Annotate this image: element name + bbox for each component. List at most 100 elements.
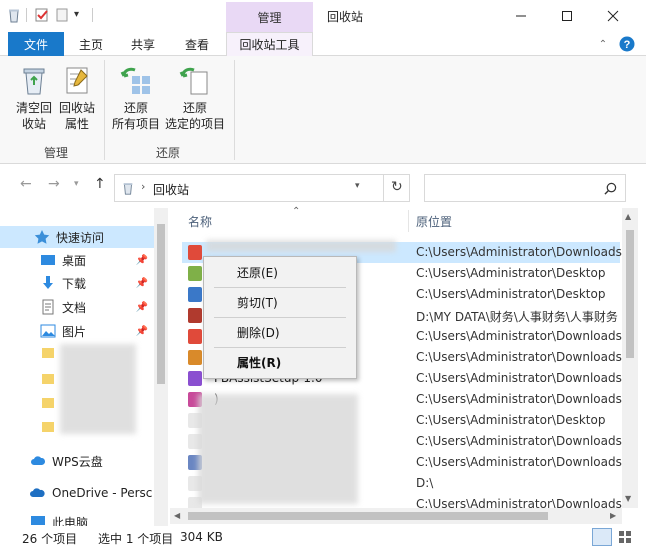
list-scrollbar-thumb[interactable]	[626, 230, 634, 358]
file-icon	[188, 329, 202, 344]
file-original-location: C:\Users\Administrator\Desktop	[416, 266, 606, 280]
restore-all-button[interactable]: 还原 所有项目	[108, 64, 164, 132]
status-item-count: 26 个项目	[22, 532, 78, 546]
file-original-location: C:\Users\Administrator\Downloads	[416, 455, 622, 469]
properties-check-icon[interactable]	[34, 7, 50, 23]
file-original-location: C:\Users\Administrator\Downloads	[416, 371, 622, 385]
navigation-pane: 快速访问 桌面 📌 下载 📌 文档 📌 图片 📌 WPS云盘 OneDrive …	[0, 208, 168, 526]
file-icon	[188, 308, 202, 323]
scroll-right-icon[interactable]: ▶	[610, 511, 616, 520]
qat-dropdown-icon[interactable]: ▾	[74, 9, 90, 25]
menu-item-restore[interactable]: 还原(E)	[204, 260, 356, 284]
new-folder-icon[interactable]	[54, 7, 70, 23]
column-header-location[interactable]: 原位置	[416, 208, 616, 234]
maximize-button[interactable]	[544, 0, 590, 32]
help-icon[interactable]: ?	[618, 32, 636, 56]
scroll-up-icon[interactable]: ▲	[625, 212, 631, 221]
restore-all-label-1: 还原	[123, 101, 148, 115]
menu-separator	[214, 287, 346, 288]
nav-scrollbar-thumb[interactable]	[157, 224, 165, 384]
properties-icon	[61, 64, 93, 96]
nav-documents[interactable]: 文档 📌	[0, 296, 154, 318]
file-original-location: C:\Users\Administrator\Downloads	[416, 329, 622, 343]
group-label-restore: 还原	[156, 146, 181, 160]
forward-arrow-icon[interactable]: →	[48, 176, 60, 192]
contextual-tab-label: 管理	[257, 10, 282, 25]
folder-icon[interactable]	[42, 398, 54, 408]
computer-icon	[31, 516, 45, 525]
file-original-location: D:\MY DATA\财务\人事财务\人事财务	[416, 310, 618, 324]
toolbar-separator	[26, 8, 27, 22]
file-original-location: C:\Users\Administrator\Downloads	[416, 350, 622, 364]
minimize-icon	[516, 15, 526, 17]
nav-quick-access[interactable]: 快速访问	[0, 226, 154, 248]
menu-item-properties[interactable]: 属性(R)	[204, 350, 356, 374]
tab-view[interactable]: 查看	[174, 32, 220, 56]
scroll-left-icon[interactable]: ◀	[174, 511, 180, 520]
horizontal-scrollbar-thumb[interactable]	[188, 512, 548, 520]
nav-onedrive[interactable]: OneDrive - Persc	[0, 482, 154, 504]
navigation-row: ← → ▾ ↑ › 回收站 ▾ ↻	[0, 170, 646, 204]
refresh-icon[interactable]: ↻	[391, 179, 403, 195]
tab-recycle-bin-tools[interactable]: 回收站工具	[226, 32, 313, 57]
list-scrollbar[interactable]: ▲ ▼	[622, 208, 638, 508]
file-icon	[188, 371, 202, 386]
minimize-button[interactable]	[498, 0, 544, 32]
window-title: 回收站	[327, 10, 364, 24]
pin-icon[interactable]: 📌	[136, 255, 148, 266]
nav-label: 文档	[62, 300, 87, 315]
folder-icon[interactable]	[42, 422, 54, 432]
document-icon	[42, 299, 54, 315]
restore-all-icon	[120, 64, 152, 96]
large-icons-view-icon[interactable]	[616, 528, 636, 546]
up-arrow-icon[interactable]: ↑	[94, 176, 106, 192]
file-original-location: D:\	[416, 476, 434, 490]
empty-recycle-bin-button[interactable]: 清空回 收站	[12, 64, 56, 132]
nav-this-pc[interactable]: 此电脑	[0, 514, 154, 526]
close-button[interactable]	[590, 0, 636, 32]
nav-pictures[interactable]: 图片 📌	[0, 320, 154, 342]
ribbon-collapse-icon[interactable]: ⌃	[596, 32, 610, 56]
file-original-location: C:\Users\Administrator\Downloads	[416, 434, 622, 448]
menu-item-delete[interactable]: 删除(D)	[204, 320, 356, 344]
ribbon-separator	[104, 60, 105, 160]
restore-selected-button[interactable]: 还原 选定的项目	[164, 64, 226, 132]
nav-downloads[interactable]: 下载 📌	[0, 272, 154, 294]
breadcrumb-recycle-bin[interactable]: 回收站	[153, 181, 189, 198]
column-label: 原位置	[416, 214, 453, 229]
restore-selected-icon	[179, 64, 211, 96]
tab-home[interactable]: 主页	[70, 32, 112, 56]
folder-icon[interactable]	[42, 348, 54, 358]
nav-wps-cloud[interactable]: WPS云盘	[0, 450, 154, 472]
pin-icon[interactable]: 📌	[136, 302, 148, 313]
file-original-location: C:\Users\Administrator\Desktop	[416, 287, 606, 301]
empty-label-2: 收站	[21, 117, 46, 131]
recycle-bin-properties-button[interactable]: 回收站 属性	[56, 64, 98, 132]
ribbon-tab-bar: 文件 主页 共享 查看 回收站工具 ⌃ ?	[0, 32, 646, 57]
details-view-icon[interactable]	[592, 528, 612, 546]
address-bar[interactable]: › 回收站 ▾ ↻	[114, 174, 410, 202]
pin-icon[interactable]: 📌	[136, 278, 148, 289]
back-arrow-icon[interactable]: ←	[20, 176, 32, 192]
folder-icon[interactable]	[42, 374, 54, 384]
address-dropdown-icon[interactable]: ▾	[355, 181, 360, 191]
breadcrumb-chevron-icon[interactable]: ›	[141, 180, 145, 193]
recent-locations-icon[interactable]: ▾	[74, 179, 79, 189]
group-label-manage: 管理	[44, 146, 69, 160]
column-divider[interactable]	[408, 210, 409, 232]
svg-text:?: ?	[624, 39, 631, 51]
props-label-1: 回收站	[58, 101, 95, 115]
menu-item-cut[interactable]: 剪切(T)	[204, 290, 356, 314]
nav-scrollbar[interactable]	[154, 208, 168, 526]
tab-file[interactable]: 文件	[8, 32, 64, 56]
list-horizontal-scrollbar[interactable]: ◀ ▶	[170, 508, 622, 524]
pin-icon[interactable]: 📌	[136, 326, 148, 337]
scroll-down-icon[interactable]: ▼	[625, 494, 631, 503]
nav-desktop[interactable]: 桌面 📌	[0, 249, 154, 271]
cloud-icon	[31, 456, 46, 465]
search-input[interactable]	[424, 174, 626, 202]
download-arrow-icon	[43, 276, 53, 289]
menu-separator	[214, 347, 346, 348]
recycle-bin-icon[interactable]	[6, 7, 22, 23]
tab-share[interactable]: 共享	[120, 32, 166, 56]
